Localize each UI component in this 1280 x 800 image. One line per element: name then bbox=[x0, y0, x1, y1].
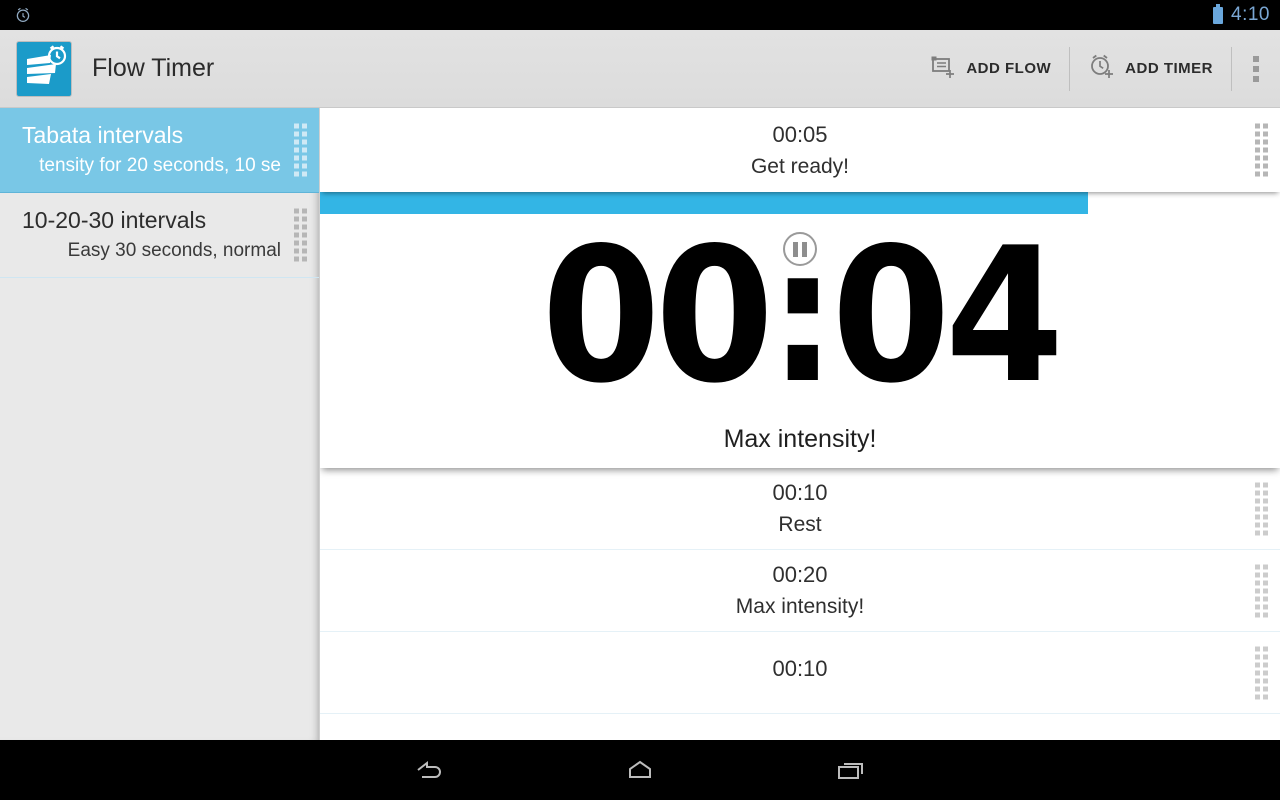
drag-handle-icon[interactable] bbox=[294, 208, 307, 262]
add-timer-label: ADD TIMER bbox=[1125, 60, 1213, 77]
step-time: 00:20 bbox=[772, 562, 828, 587]
step-label: Rest bbox=[778, 513, 822, 536]
sidebar-item-flow-0[interactable]: Tabata intervals tensity for 20 seconds,… bbox=[0, 108, 319, 193]
add-timer-button[interactable]: ADD TIMER bbox=[1070, 30, 1231, 108]
step-time: 00:10 bbox=[772, 480, 828, 505]
drag-handle-icon[interactable] bbox=[294, 123, 307, 177]
timer-step-upcoming-0[interactable]: 00:10 Rest bbox=[320, 468, 1280, 550]
timer-steps-panel: 00:05 Get ready! 00:04 Max intensity! 00… bbox=[320, 108, 1280, 740]
timer-step-previous[interactable]: 00:05 Get ready! bbox=[320, 108, 1280, 192]
timer-step-upcoming-1[interactable]: 00:20 Max intensity! bbox=[320, 550, 1280, 632]
pause-icon[interactable] bbox=[783, 232, 817, 266]
add-timer-icon bbox=[1088, 53, 1116, 85]
overflow-dots bbox=[1253, 55, 1259, 82]
drag-handle-icon[interactable] bbox=[1255, 123, 1268, 177]
step-time: 00:05 bbox=[772, 121, 828, 147]
active-step-label: Max intensity! bbox=[723, 425, 877, 453]
android-nav-bar bbox=[0, 740, 1280, 800]
page-title: Flow Timer bbox=[92, 54, 215, 82]
add-flow-label: ADD FLOW bbox=[966, 60, 1052, 77]
overflow-menu-icon[interactable] bbox=[1232, 30, 1280, 108]
step-time: 00:10 bbox=[772, 656, 828, 681]
status-bar-right: 4:10 bbox=[1213, 0, 1270, 30]
step-label: Max intensity! bbox=[735, 595, 865, 618]
timer-step-upcoming-2[interactable]: 00:10 bbox=[320, 632, 1280, 714]
step-label: Get ready! bbox=[750, 154, 850, 178]
alarm-clock-icon bbox=[14, 6, 32, 24]
drag-handle-icon[interactable] bbox=[1255, 564, 1268, 617]
drag-handle-icon[interactable] bbox=[1255, 482, 1268, 535]
active-timer-display: 00:04 bbox=[320, 214, 1280, 419]
drag-handle-icon[interactable] bbox=[1255, 646, 1268, 699]
upcoming-steps-list: 00:10 Rest 00:20 Max intensity! 00:10 bbox=[320, 468, 1280, 714]
add-flow-button[interactable]: ADD FLOW bbox=[911, 30, 1069, 108]
timer-step-active[interactable]: 00:04 Max intensity! bbox=[320, 192, 1280, 468]
battery-icon bbox=[1213, 3, 1224, 24]
status-clock: 4:10 bbox=[1231, 4, 1270, 25]
recents-icon[interactable] bbox=[745, 740, 955, 800]
flow-list-sidebar[interactable]: Tabata intervals tensity for 20 seconds,… bbox=[0, 108, 320, 740]
sidebar-item-flow-1[interactable]: 10-20-30 intervals Easy 30 seconds, norm… bbox=[0, 193, 319, 278]
flow-timer-app-icon[interactable] bbox=[16, 40, 72, 97]
add-flow-icon bbox=[929, 53, 957, 85]
flow-title: Tabata intervals bbox=[22, 122, 184, 148]
status-bar: 4:10 bbox=[0, 0, 1280, 30]
home-icon[interactable] bbox=[535, 740, 745, 800]
flow-title: 10-20-30 intervals bbox=[22, 207, 207, 233]
flow-subtitle: Easy 30 seconds, normal bbox=[67, 240, 281, 261]
flow-subtitle: tensity for 20 seconds, 10 se bbox=[39, 155, 281, 176]
back-icon[interactable] bbox=[325, 740, 535, 800]
action-bar: Flow Timer ADD FLOW ADD TIMER bbox=[0, 30, 1280, 108]
